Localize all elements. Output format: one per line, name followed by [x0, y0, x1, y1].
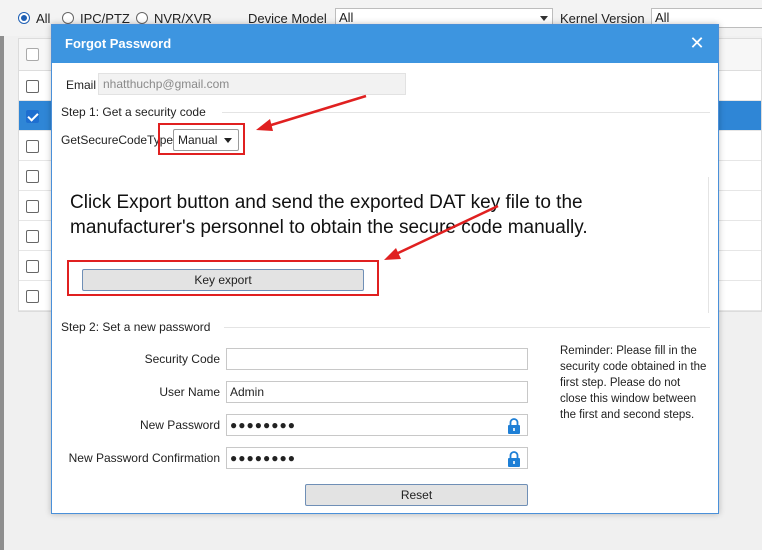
step1-right-border: [708, 177, 709, 313]
new-password-label: New Password: [139, 418, 220, 432]
row-checkbox[interactable]: [26, 230, 39, 243]
row-checkbox[interactable]: [26, 170, 39, 183]
confirm-password-label: New Password Confirmation: [68, 451, 220, 465]
highlight-box-type: [158, 123, 245, 155]
email-label: Email: [66, 78, 97, 92]
row-checkbox[interactable]: [26, 80, 39, 93]
forgot-password-dialog: Forgot Password ✕ Email nhatthuchp@gmail…: [51, 24, 719, 514]
user-name-label: User Name: [159, 385, 220, 399]
row-checkbox[interactable]: [26, 290, 39, 303]
select-all-checkbox[interactable]: [26, 48, 39, 61]
close-icon[interactable]: ✕: [688, 34, 706, 52]
new-password-input[interactable]: ●●●●●●●●: [226, 414, 528, 436]
radio-all-label: All: [36, 11, 51, 26]
row-checkbox[interactable]: [26, 200, 39, 213]
step2-title: Step 2: Set a new password: [61, 320, 211, 334]
kernel-version-value: All: [655, 10, 670, 25]
radio-ipc[interactable]: [62, 12, 74, 24]
left-strip: [0, 36, 4, 550]
row-checkbox[interactable]: [26, 140, 39, 153]
dialog-titlebar: Forgot Password ✕: [52, 25, 718, 63]
dialog-title: Forgot Password: [65, 36, 172, 51]
new-password-value: ●●●●●●●●: [230, 418, 296, 432]
email-field: nhatthuchp@gmail.com: [98, 73, 406, 95]
reset-button[interactable]: Reset: [305, 484, 528, 506]
radio-nvr[interactable]: [136, 12, 148, 24]
radio-all[interactable]: [18, 12, 30, 24]
confirm-password-value: ●●●●●●●●: [230, 451, 296, 465]
chevron-down-icon: [540, 16, 548, 21]
highlight-box-export: [67, 260, 379, 296]
code-type-label: GetSecureCodeType: [61, 133, 174, 147]
row-checkbox[interactable]: [26, 260, 39, 273]
user-name-input[interactable]: Admin: [226, 381, 528, 403]
confirm-password-input[interactable]: ●●●●●●●●: [226, 447, 528, 469]
security-code-input[interactable]: [226, 348, 528, 370]
reminder-text: Reminder: Please fill in the security co…: [560, 345, 707, 421]
annotation-text: Click Export button and send the exporte…: [70, 192, 588, 238]
step1-divider: [222, 112, 710, 113]
device-model-value: All: [339, 10, 354, 25]
step1-title: Step 1: Get a security code: [61, 105, 206, 119]
row-checkbox[interactable]: [26, 110, 39, 123]
dialog-body: Email nhatthuchp@gmail.com Step 1: Get a…: [52, 63, 720, 515]
security-code-label: Security Code: [144, 352, 220, 366]
step2-divider: [224, 327, 710, 328]
lock-icon[interactable]: [507, 451, 521, 467]
lock-icon[interactable]: [507, 418, 521, 434]
